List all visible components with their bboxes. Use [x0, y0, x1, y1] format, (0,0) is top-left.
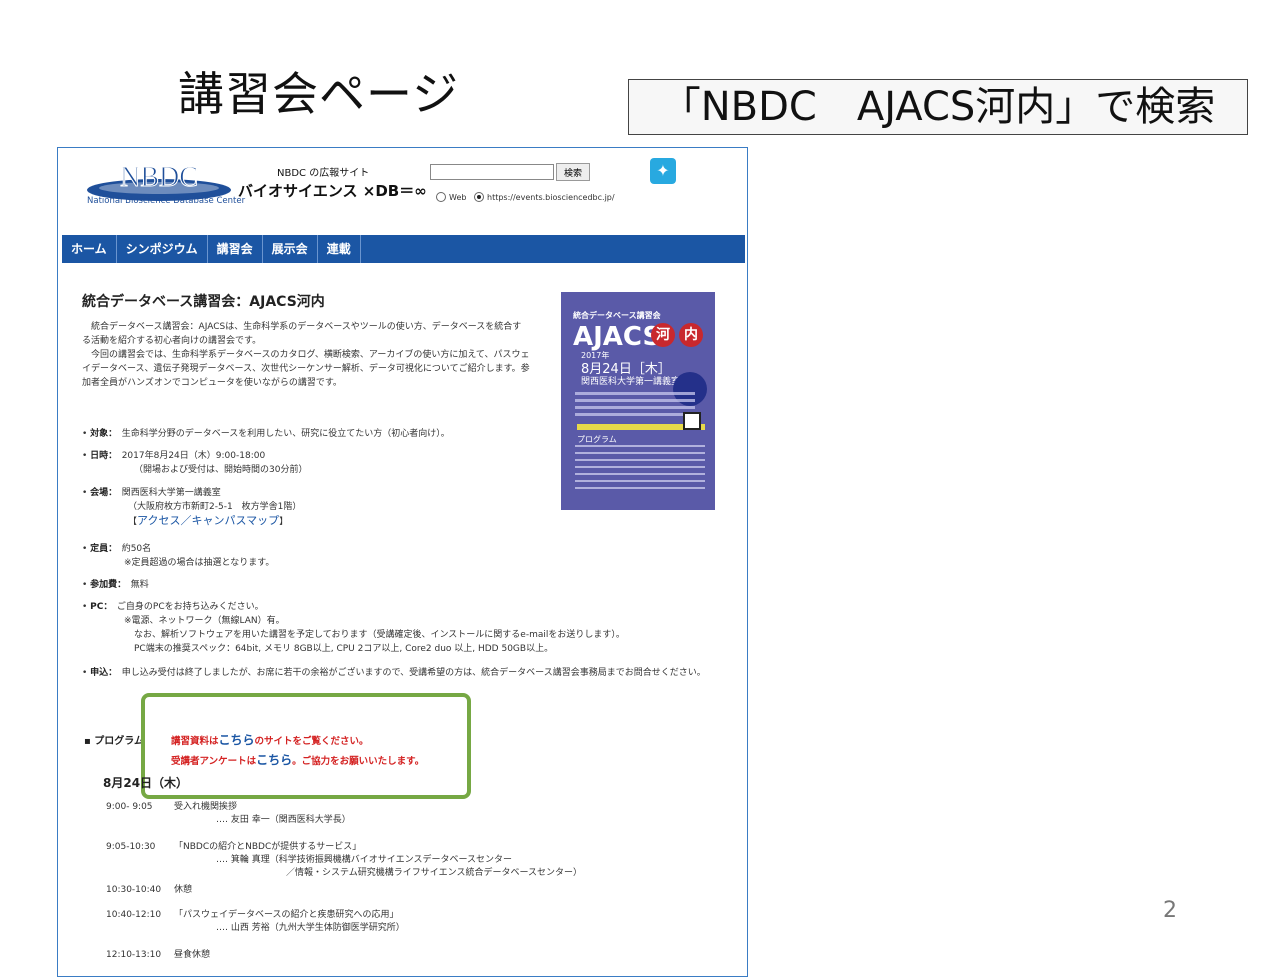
pc-note-3: PC端末の推奨スペック：64bit, メモリ 8GB以上, CPU 2コア以上,… [134, 644, 554, 654]
pc-note-1: ※電源、ネットワーク（無線LAN）有。 [124, 616, 285, 626]
flyer-venue: 関西医科大学第一講義室 [581, 377, 681, 387]
notice-2-post: 。ご協力をお願いいたします。 [292, 756, 425, 767]
venue-label: 会場： [90, 488, 113, 498]
flyer-program: プログラム [577, 435, 617, 444]
flyer-title: AJACS [573, 322, 662, 352]
schedule-speaker: ‥‥ 箕輪 真理（科学技術振興機構バイオサイエンスデータベースセンター [216, 855, 513, 865]
radio-web-dot[interactable] [436, 192, 446, 202]
logo-text: NBDC [120, 162, 198, 193]
schedule-time: 10:30-10:40 [106, 885, 162, 895]
program-label: ▪ プログラム [84, 736, 144, 747]
nav-symposium[interactable]: シンポジウム [117, 235, 208, 263]
detail-pc: • PC： ご自身のPCをお持ち込みください。 ※電源、ネットワーク（無線LAN… [82, 602, 625, 654]
notice-survey: 受講者アンケートはこちら。ご協力をお願いいたします。 [171, 751, 424, 768]
main-navbar: ホーム シンポジウム 講習会 展示会 連載 [62, 235, 745, 263]
slide-title: 講習会ページ [178, 67, 460, 121]
nav-workshop[interactable]: 講習会 [208, 235, 263, 263]
article-title: 統合データベース講習会：AJACS河内 [82, 294, 325, 310]
event-flyer[interactable]: 統合データベース講習会 AJACS 河 内 2017年 8月24日［木］ 関西医… [561, 292, 715, 510]
schedule-time: 10:40-12:10 [106, 910, 162, 920]
fee-value: 無料 [130, 580, 149, 590]
schedule-row: 12:10-13:10 昼食休憩 [106, 949, 210, 962]
target-label: 対象： [90, 429, 113, 439]
capacity-note: ※定員超過の場合は抽選となります。 [124, 558, 275, 568]
schedule-row: 9:00- 9:05 受入れ機関挨拶 ‥‥ 友田 幸一（関西医科大学長） [106, 801, 351, 827]
radio-web-label: Web [449, 192, 467, 202]
schedule-time: 9:05-10:30 [106, 842, 156, 852]
program-day: 8月24日（木） [103, 776, 189, 790]
detail-apply: • 申込： 申し込み受付は終了しましたが、お席に若干の余裕がございますので、受講… [82, 668, 706, 678]
nav-series[interactable]: 連載 [318, 235, 361, 263]
materials-link[interactable]: こちら [219, 733, 255, 747]
article-intro: 統合データベース講習会：AJACSは、生命科学系のデータベースやツールの使い方、… [82, 320, 530, 390]
flyer-program-rows [575, 445, 705, 494]
notice-2-pre: 受講者アンケートは [171, 756, 257, 767]
schedule-speaker-2: ／情報・システム研究機構ライフサイエンス統合データベースセンター） [286, 868, 583, 878]
schedule-row: 10:40-12:10 「パスウェイデータベースの紹介と疾患研究への応用」 ‥‥ … [106, 909, 405, 935]
logo-subtitle: National Bioscience Database Center [87, 196, 246, 206]
apply-value: 申し込み受付は終了しましたが、お席に若干の余裕がございますので、受講希望の方は、… [121, 668, 706, 678]
twitter-icon[interactable]: ✦ [650, 158, 676, 184]
apply-label: 申込： [90, 668, 113, 678]
nav-home[interactable]: ホーム [62, 235, 117, 263]
schedule-title: 昼食休憩 [174, 950, 211, 960]
search-input[interactable] [430, 164, 554, 180]
detail-venue: • 会場： 関西医科大学第一講義室 （大阪府枚方市新町2-5-1 枚方学舎1階）… [82, 488, 302, 527]
schedule-title: 休憩 [174, 885, 193, 895]
flyer-uchi: 内 [679, 323, 703, 347]
detail-target: • 対象： 生命科学分野のデータベースを利用したい、研究に役立てたい方（初心者向… [82, 429, 450, 439]
webpage-screenshot: NBDC National Bioscience Database Center… [57, 147, 748, 977]
capacity-value: 約50名 [121, 544, 152, 554]
detail-date: • 日時： 2017年8月24日（木）9:00-18:00 （開場および受付は、… [82, 451, 308, 475]
date-label: 日時： [90, 451, 113, 461]
venue-value: 関西医科大学第一講義室 [121, 488, 221, 498]
radio-site[interactable]: https://events.biosciencedbc.jp/ [474, 192, 615, 202]
search-button[interactable]: 検索 [556, 163, 590, 181]
intro-paragraph-2: 今回の講習会では、生命科学系データベースのカタログ、横断検索、アーカイブの使い方… [82, 350, 530, 388]
radio-site-dot[interactable] [474, 192, 484, 202]
pc-note-2: なお、解析ソフトウェアを用いた講習を予定しております（受講確定後、インストールに… [134, 630, 625, 640]
notice-1-pre: 講習資料は [171, 736, 219, 747]
schedule-time: 9:00- 9:05 [106, 802, 153, 812]
radio-site-label: https://events.biosciencedbc.jp/ [487, 192, 615, 202]
pc-label: PC： [90, 602, 108, 612]
fee-label: 参加費： [90, 580, 122, 590]
target-value: 生命科学分野のデータベースを利用したい、研究に役立てたい方（初心者向け）。 [121, 429, 450, 439]
schedule-title: 「パスウェイデータベースの紹介と疾患研究への応用」 [174, 910, 399, 920]
schedule-row: 10:30-10:40 休憩 [106, 884, 192, 897]
site-name[interactable]: バイオサイエンス ×DB＝∞ [238, 180, 427, 201]
highlight-notice-box: 講習資料はこちらのサイトをご覧ください。 受講者アンケートはこちら。ご協力をお願… [141, 693, 471, 799]
qr-code-icon [683, 412, 701, 430]
detail-capacity: • 定員： 約50名 ※定員超過の場合は抽選となります。 [82, 544, 275, 568]
schedule-title: 「NBDCの紹介とNBDCが提供するサービス」 [174, 842, 362, 852]
schedule-row: 9:05-10:30 「NBDCの紹介とNBDCが提供するサービス」 ‥‥ 箕輪 … [106, 841, 582, 880]
notice-1-post: のサイトをご覧ください。 [254, 736, 369, 747]
flyer-kawa: 河 [651, 323, 675, 347]
page-number: 2 [1163, 898, 1177, 923]
site-tagline: NBDC の広報サイト [277, 168, 370, 179]
intro-paragraph-1: 統合データベース講習会：AJACSは、生命科学系のデータベースやツールの使い方、… [82, 322, 522, 346]
schedule-title: 受入れ機関挨拶 [174, 802, 238, 812]
capacity-label: 定員： [90, 544, 113, 554]
detail-fee: • 参加費： 無料 [82, 580, 149, 590]
search-hint-box: 「NBDC AJACS河内」で検索 [628, 79, 1248, 135]
schedule-speaker: ‥‥ 友田 幸一（関西医科大学長） [216, 815, 351, 825]
venue-address: （大阪府枚方市新町2-5-1 枚方学舎1階） [128, 502, 302, 512]
radio-web[interactable]: Web [436, 192, 466, 202]
flyer-head: 統合データベース講習会 [573, 311, 661, 320]
flyer-text-lines [575, 392, 695, 420]
schedule-speaker: ‥‥ 山西 芳裕（九州大学生体防御医学研究所） [216, 923, 405, 933]
nav-exhibition[interactable]: 展示会 [263, 235, 318, 263]
program-label-text: プログラム [94, 736, 144, 747]
schedule-time: 12:10-13:10 [106, 950, 162, 960]
pc-value: ご自身のPCをお持ち込みください。 [116, 602, 264, 612]
survey-link[interactable]: こちら [256, 753, 292, 767]
date-note: （開場および受付は、開始時間の30分前） [134, 465, 308, 475]
notice-materials: 講習資料はこちらのサイトをご覧ください。 [171, 731, 369, 748]
date-value: 2017年8月24日（木）9:00-18:00 [121, 451, 266, 461]
access-map-link[interactable]: アクセス／キャンパスマップ [137, 514, 279, 527]
